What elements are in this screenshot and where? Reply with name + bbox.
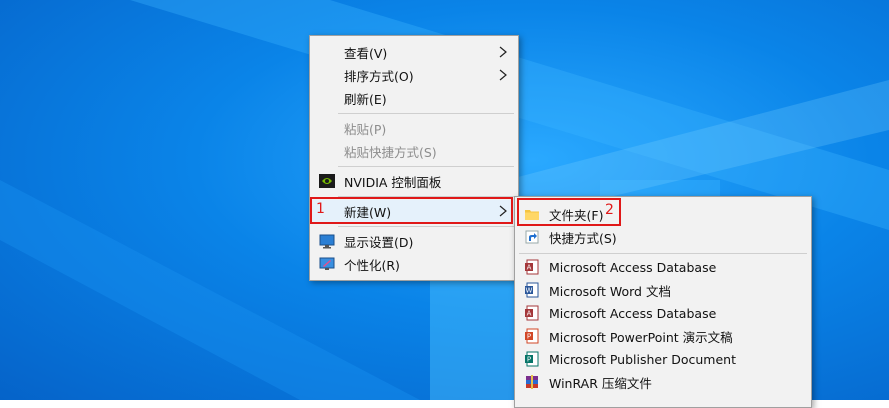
svg-text:A: A [527, 264, 532, 272]
submenu-item-label: Microsoft Access Database [549, 259, 717, 275]
step-2-marker: 2 [605, 202, 614, 218]
menu-item-refresh[interactable]: 刷新(E) [310, 87, 518, 109]
submenu-item-label: Microsoft Publisher Document [549, 351, 736, 367]
menu-item-personalize-label: 个性化(R) [344, 257, 400, 273]
svg-text:A: A [527, 310, 532, 318]
svg-text:W: W [526, 287, 533, 295]
menu-separator [338, 113, 514, 114]
access-file-icon: A [525, 305, 539, 321]
powerpoint-file-icon: P [525, 328, 539, 344]
menu-item-view-label: 查看(V) [344, 45, 388, 61]
nvidia-icon [319, 174, 335, 188]
desktop-context-menu: 查看(V) 排序方式(O) 刷新(E) 粘贴(P) 粘贴快捷方式(S) NVID… [309, 35, 519, 281]
menu-item-paste: 粘贴(P) [310, 117, 518, 139]
word-file-icon: W [525, 282, 539, 298]
menu-item-refresh-label: 刷新(E) [344, 91, 387, 107]
submenu-item-label: WinRAR 压缩文件 [549, 375, 652, 391]
shortcut-icon [525, 230, 539, 244]
submenu-item-shortcut[interactable]: 快捷方式(S) [515, 226, 811, 248]
submenu-item-word-document[interactable]: W Microsoft Word 文档 [515, 279, 811, 301]
menu-separator [338, 166, 514, 167]
menu-separator [519, 253, 807, 254]
new-submenu: 文件夹(F) 快捷方式(S) A Microsoft Access Databa… [514, 196, 812, 408]
publisher-file-icon: P [525, 351, 539, 367]
submenu-item-label: Microsoft Word 文档 [549, 283, 671, 299]
highlight-box-new [310, 197, 513, 224]
svg-text:P: P [527, 356, 531, 364]
menu-separator [338, 226, 514, 227]
svg-text:P: P [527, 333, 531, 341]
menu-item-paste-shortcut-label: 粘贴快捷方式(S) [344, 144, 437, 160]
menu-item-paste-shortcut: 粘贴快捷方式(S) [310, 140, 518, 162]
submenu-item-powerpoint[interactable]: P Microsoft PowerPoint 演示文稿 [515, 325, 811, 347]
menu-item-nvidia[interactable]: NVIDIA 控制面板 [310, 170, 518, 192]
menu-item-display-settings[interactable]: 显示设置(D) [310, 230, 518, 252]
menu-item-sort[interactable]: 排序方式(O) [310, 64, 518, 86]
submenu-item-access-database[interactable]: A Microsoft Access Database [515, 302, 811, 324]
submenu-item-shortcut-label: 快捷方式(S) [549, 230, 617, 246]
chevron-right-icon [499, 46, 507, 58]
winrar-archive-icon [526, 375, 538, 389]
menu-item-sort-label: 排序方式(O) [344, 68, 414, 84]
submenu-item-publisher[interactable]: P Microsoft Publisher Document [515, 348, 811, 370]
submenu-item-label: Microsoft Access Database [549, 305, 717, 321]
chevron-right-icon [499, 69, 507, 81]
submenu-item-access-database[interactable]: A Microsoft Access Database [515, 256, 811, 278]
menu-item-nvidia-label: NVIDIA 控制面板 [344, 174, 442, 190]
submenu-item-label: Microsoft PowerPoint 演示文稿 [549, 329, 733, 345]
step-1-marker: 1 [316, 201, 325, 217]
menu-item-personalize[interactable]: 个性化(R) [310, 253, 518, 275]
menu-item-paste-label: 粘贴(P) [344, 121, 387, 137]
access-file-icon: A [525, 259, 539, 275]
menu-item-view[interactable]: 查看(V) [310, 41, 518, 63]
menu-item-display-settings-label: 显示设置(D) [344, 234, 414, 250]
display-settings-icon [319, 234, 335, 249]
submenu-item-winrar[interactable]: WinRAR 压缩文件 [515, 371, 811, 393]
personalize-icon [319, 257, 335, 270]
